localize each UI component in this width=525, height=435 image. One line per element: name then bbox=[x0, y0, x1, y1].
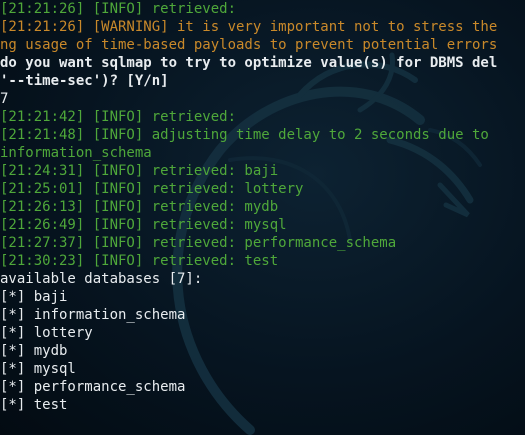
terminal-line: [*] mysql bbox=[0, 361, 76, 377]
terminal-line: [*] baji bbox=[0, 289, 68, 305]
terminal-line: [*] mydb bbox=[0, 343, 68, 359]
terminal-window[interactable]: [21:21:26] [INFO] retrieved: [21:21:26] [… bbox=[0, 0, 525, 435]
terminal-line: [21:30:23] [INFO] retrieved: test bbox=[0, 253, 279, 269]
terminal-line: [*] test bbox=[0, 397, 68, 413]
terminal-line: available databases [7]: bbox=[0, 271, 203, 287]
terminal-line: do you want sqlmap to try to optimize va… bbox=[0, 55, 498, 71]
terminal-line: [*] performance_schema bbox=[0, 379, 186, 395]
terminal-line: [*] lottery bbox=[0, 325, 93, 341]
terminal-line: information_schema bbox=[0, 145, 152, 161]
terminal-line: [21:24:31] [INFO] retrieved: baji bbox=[0, 163, 279, 179]
terminal-line: 7 bbox=[0, 91, 9, 107]
terminal-line: [21:26:49] [INFO] retrieved: mysql bbox=[0, 217, 287, 233]
terminal-line: '--time-sec')? [Y/n] bbox=[0, 73, 169, 89]
terminal-line: [21:21:42] [INFO] retrieved: bbox=[0, 109, 237, 125]
terminal-line: ng usage of time-based payloads to preve… bbox=[0, 37, 498, 53]
terminal-line: [21:26:13] [INFO] retrieved: mydb bbox=[0, 199, 279, 215]
terminal-output: [21:21:26] [INFO] retrieved: [21:21:26] [… bbox=[0, 0, 525, 414]
terminal-line: [21:27:37] [INFO] retrieved: performance… bbox=[0, 235, 397, 251]
terminal-line: [21:21:26] [WARNING] it is very importan… bbox=[0, 19, 498, 35]
terminal-line: [21:25:01] [INFO] retrieved: lottery bbox=[0, 181, 304, 197]
terminal-line: [21:21:48] [INFO] adjusting time delay t… bbox=[0, 127, 489, 143]
terminal-line: [21:21:26] [INFO] retrieved: bbox=[0, 1, 237, 17]
terminal-line: [*] information_schema bbox=[0, 307, 186, 323]
